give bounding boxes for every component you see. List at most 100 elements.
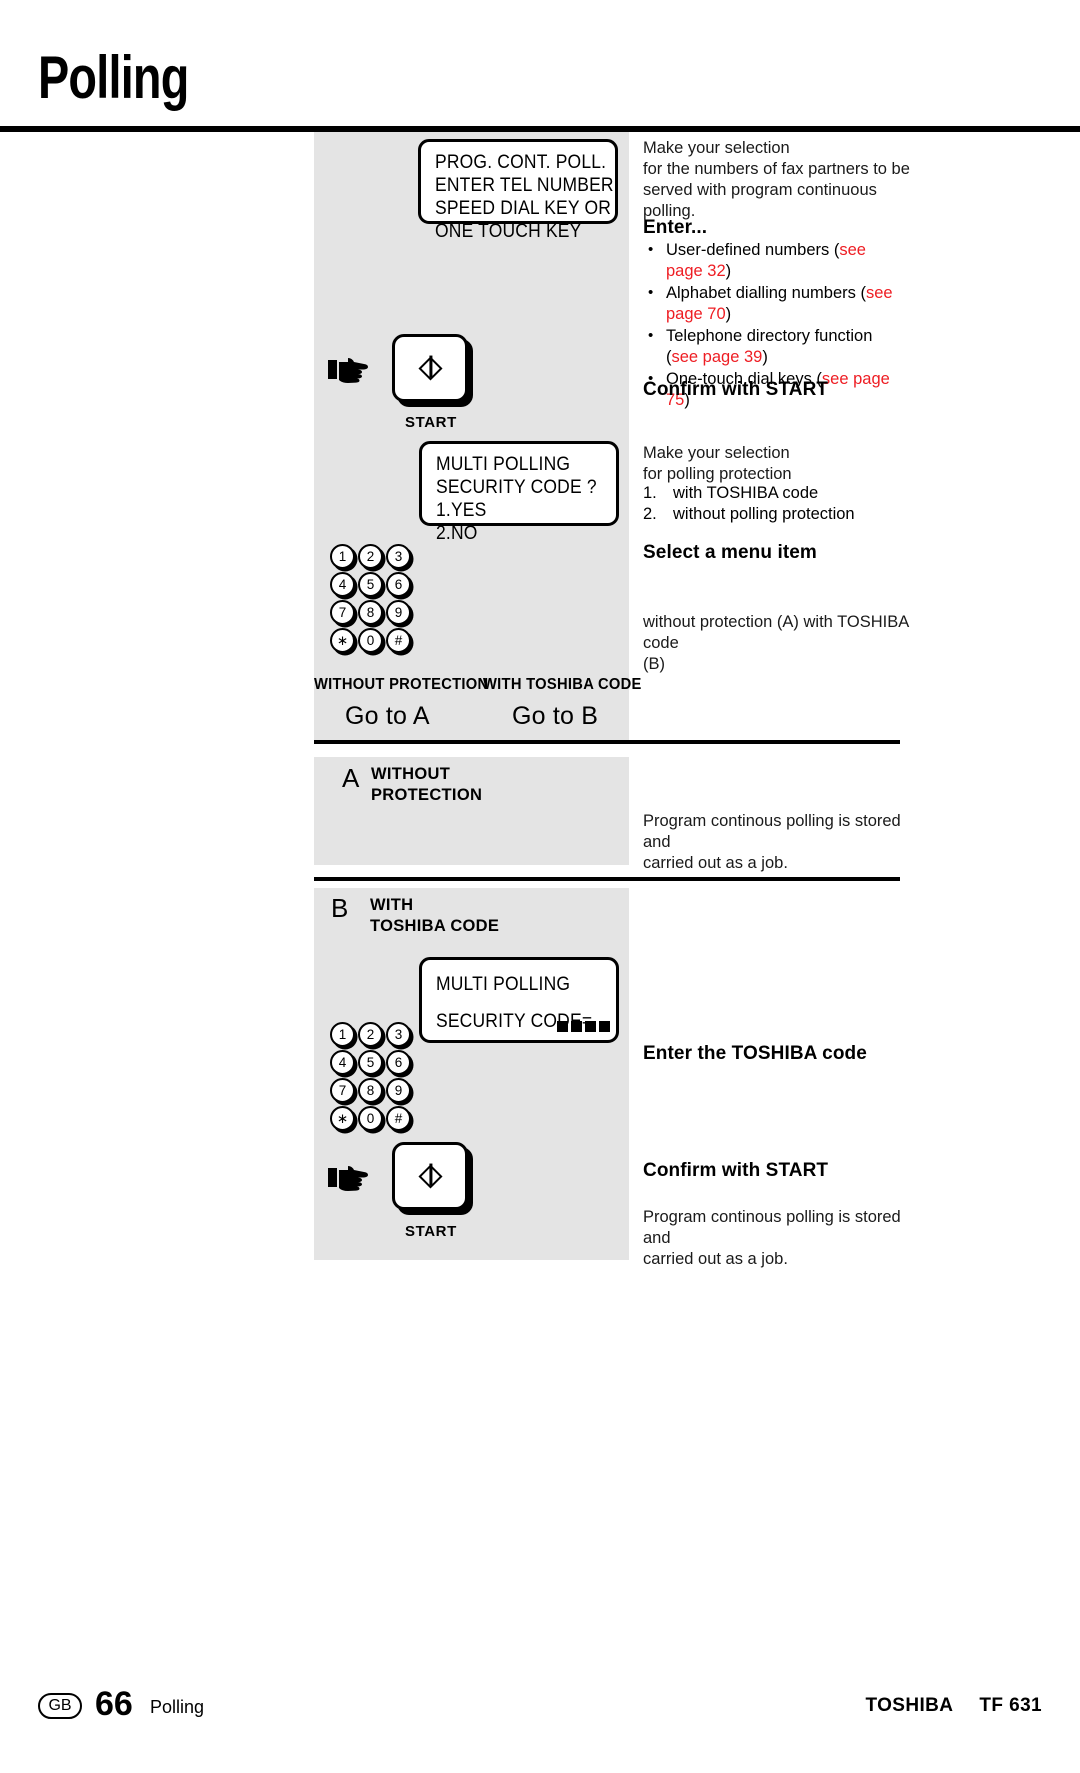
keypad-key-4[interactable]: 4 — [330, 572, 355, 597]
keypad-key-hash[interactable]: # — [386, 628, 411, 653]
keypad-key-8[interactable]: 8 — [358, 1078, 383, 1103]
section-divider-2 — [314, 877, 900, 881]
section-b-title: WITH TOSHIBA CODE — [370, 895, 499, 937]
keypad-key-asterisk[interactable]: ∗ — [330, 628, 355, 653]
keypad-key-asterisk[interactable]: ∗ — [330, 1106, 355, 1131]
intro-text-2: Make your selection for polling protecti… — [643, 443, 918, 485]
keypad-row: ∗ 0 # — [330, 1106, 414, 1131]
select-menu-heading: Select a menu item — [643, 542, 817, 563]
keypad-key-9[interactable]: 9 — [386, 600, 411, 625]
keypad-key-6[interactable]: 6 — [386, 572, 411, 597]
section-a-letter: A — [342, 763, 360, 793]
confirm-start-heading-2: Confirm with START — [643, 1160, 829, 1181]
start-button-2[interactable] — [392, 1142, 468, 1210]
enter-toshiba-code-heading: Enter the TOSHIBA code — [643, 1043, 867, 1064]
keypad-row: 4 5 6 — [330, 1050, 414, 1075]
start-label-1: START — [405, 414, 457, 431]
intro-line: served with program continuous polling. — [643, 181, 877, 220]
option-number: 2. — [643, 505, 657, 523]
lcd-line: SECURITY CODE ? — [436, 477, 597, 498]
intro-line: for the numbers of fax partners to be — [643, 160, 910, 178]
keypad-key-2[interactable]: 2 — [358, 1022, 383, 1047]
lcd-display-2: MULTI POLLING SECURITY CODE ? 1.YES 2.NO — [419, 441, 619, 544]
result-line: Program continous polling is stored and — [643, 1208, 901, 1247]
numeric-keypad-1[interactable]: 1 2 3 4 5 6 7 8 9 ∗ 0 # — [330, 544, 414, 656]
tab-action-go-to-a[interactable]: Go to A — [345, 702, 430, 731]
keypad-key-7[interactable]: 7 — [330, 1078, 355, 1103]
result-line: carried out as a job. — [643, 1250, 788, 1268]
code-block — [599, 1021, 610, 1032]
model-name: TF 631 — [979, 1695, 1042, 1716]
keypad-key-2[interactable]: 2 — [358, 544, 383, 569]
section-title-line: WITHOUT — [371, 765, 451, 783]
keypad-key-8[interactable]: 8 — [358, 600, 383, 625]
section-title-line: PROTECTION — [371, 786, 483, 804]
keypad-key-1[interactable]: 1 — [330, 544, 355, 569]
intro-line: Make your selection — [643, 444, 790, 462]
keypad-key-0[interactable]: 0 — [358, 1106, 383, 1131]
lcd-line: 2.NO — [436, 523, 478, 544]
protection-options-list: 1. with TOSHIBA code 2. without polling … — [643, 483, 918, 525]
keypad-key-6[interactable]: 6 — [386, 1050, 411, 1075]
result-line: carried out as a job. — [643, 854, 788, 872]
section-title-line: TOSHIBA CODE — [370, 917, 500, 935]
lcd-line: MULTI POLLING — [436, 974, 571, 995]
pointing-hand-icon — [328, 1164, 376, 1199]
page-title: Polling — [38, 44, 189, 111]
lcd-line: ENTER TEL NUMBER — [435, 175, 614, 196]
lcd-line: ONE TOUCH KEY — [435, 221, 582, 242]
locale-badge: GB — [38, 1693, 82, 1719]
security-code-blocks — [557, 1021, 613, 1032]
option-text: with TOSHIBA code — [673, 484, 819, 502]
section-a-title: WITHOUT PROTECTION — [371, 764, 482, 806]
pointing-hand-icon — [328, 356, 376, 391]
start-diamond-icon — [417, 355, 443, 381]
keypad-key-5[interactable]: 5 — [358, 1050, 383, 1075]
footer-brand: TOSHIBA TF 631 — [865, 1695, 1042, 1717]
tab-label-with-toshiba-code: WITH TOSHIBA CODE — [483, 676, 642, 693]
start-diamond-icon — [417, 1163, 443, 1189]
keypad-key-4[interactable]: 4 — [330, 1050, 355, 1075]
lcd-line: PROG. CONT. POLL. — [435, 152, 607, 173]
code-block — [571, 1021, 582, 1032]
start-label-2: START — [405, 1223, 457, 1240]
page-ref-link[interactable]: see page 39 — [672, 348, 763, 366]
code-block — [585, 1021, 596, 1032]
protection-note: without protection (A) with TOSHIBA code… — [643, 612, 915, 675]
option-text: without polling protection — [673, 505, 855, 523]
intro-line: Make your selection — [643, 139, 790, 157]
numeric-keypad-2[interactable]: 1 2 3 4 5 6 7 8 9 ∗ 0 # — [330, 1022, 414, 1134]
intro-text-1: Make your selection for the numbers of f… — [643, 138, 918, 222]
lcd-line: 1.YES — [436, 500, 487, 521]
keypad-key-9[interactable]: 9 — [386, 1078, 411, 1103]
brand-name: TOSHIBA — [865, 1695, 954, 1716]
start-button-1[interactable] — [392, 334, 468, 402]
lcd-line: MULTI POLLING — [436, 454, 571, 475]
keypad-key-5[interactable]: 5 — [358, 572, 383, 597]
footer-section-name: Polling — [150, 1697, 205, 1717]
code-block — [557, 1021, 568, 1032]
section-b-result: Program continous polling is stored and … — [643, 1207, 918, 1270]
list-item: 1. with TOSHIBA code — [643, 483, 918, 504]
page-number: 66 — [95, 1685, 133, 1723]
keypad-key-3[interactable]: 3 — [386, 544, 411, 569]
lcd-line: SPEED DIAL KEY OR — [435, 198, 612, 219]
keypad-row: 7 8 9 — [330, 1078, 414, 1103]
list-item: Telephone directory function (see page 3… — [643, 325, 905, 368]
tab-action-go-to-b[interactable]: Go to B — [512, 702, 598, 731]
keypad-row: 1 2 3 — [330, 544, 414, 569]
section-a-result: Program continous polling is stored and … — [643, 811, 918, 874]
intro-line: for polling protection — [643, 465, 792, 483]
result-line: Program continous polling is stored and — [643, 812, 901, 851]
keypad-key-1[interactable]: 1 — [330, 1022, 355, 1047]
list-item: User-defined numbers (see page 32) — [643, 239, 905, 282]
note-line: without protection (A) with TOSHIBA code — [643, 613, 909, 652]
lcd-display-1: PROG. CONT. POLL. ENTER TEL NUMBER SPEED… — [418, 139, 618, 242]
keypad-key-0[interactable]: 0 — [358, 628, 383, 653]
keypad-key-3[interactable]: 3 — [386, 1022, 411, 1047]
keypad-row: ∗ 0 # — [330, 628, 414, 653]
section-title-line: WITH — [370, 896, 414, 914]
keypad-key-7[interactable]: 7 — [330, 600, 355, 625]
keypad-key-hash[interactable]: # — [386, 1106, 411, 1131]
list-item: 2. without polling protection — [643, 504, 918, 525]
